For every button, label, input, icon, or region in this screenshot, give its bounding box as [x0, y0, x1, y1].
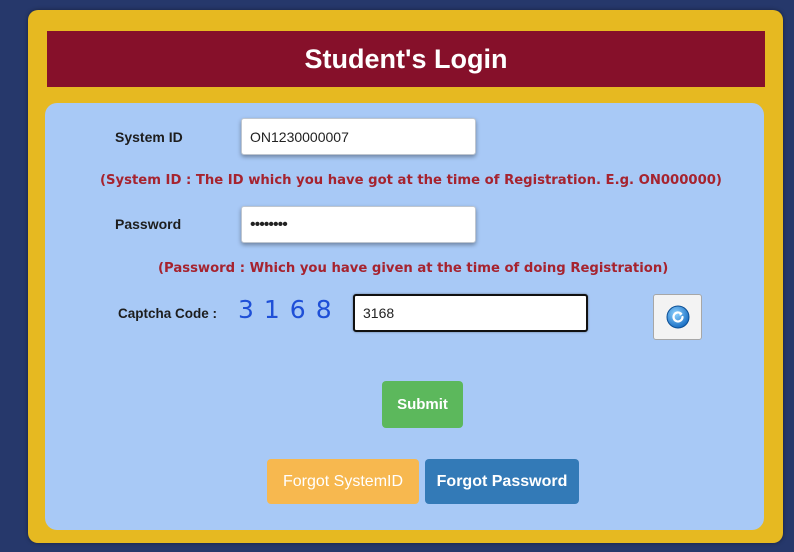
password-input[interactable]: •••••••• — [241, 206, 476, 243]
system-id-hint: (System ID : The ID which you have got a… — [100, 173, 722, 188]
system-id-input[interactable]: ON1230000007 — [241, 118, 476, 155]
refresh-captcha-button[interactable] — [653, 294, 702, 340]
captcha-label: Captcha Code : — [118, 306, 218, 321]
password-label: Password — [115, 216, 182, 232]
page-title: Student's Login — [47, 31, 765, 87]
captcha-code: 3168 — [238, 295, 342, 324]
refresh-icon — [666, 305, 690, 329]
login-frame: Student's Login System ID ON1230000007 (… — [28, 10, 783, 543]
captcha-input[interactable]: 3168 — [353, 294, 588, 332]
submit-button[interactable]: Submit — [382, 381, 463, 428]
password-hint: (Password : Which you have given at the … — [158, 261, 669, 276]
system-id-label: System ID — [115, 129, 183, 145]
forgot-systemid-button[interactable]: Forgot SystemID — [267, 459, 419, 504]
login-form-panel: System ID ON1230000007 (System ID : The … — [45, 103, 764, 530]
forgot-password-button[interactable]: Forgot Password — [425, 459, 579, 504]
